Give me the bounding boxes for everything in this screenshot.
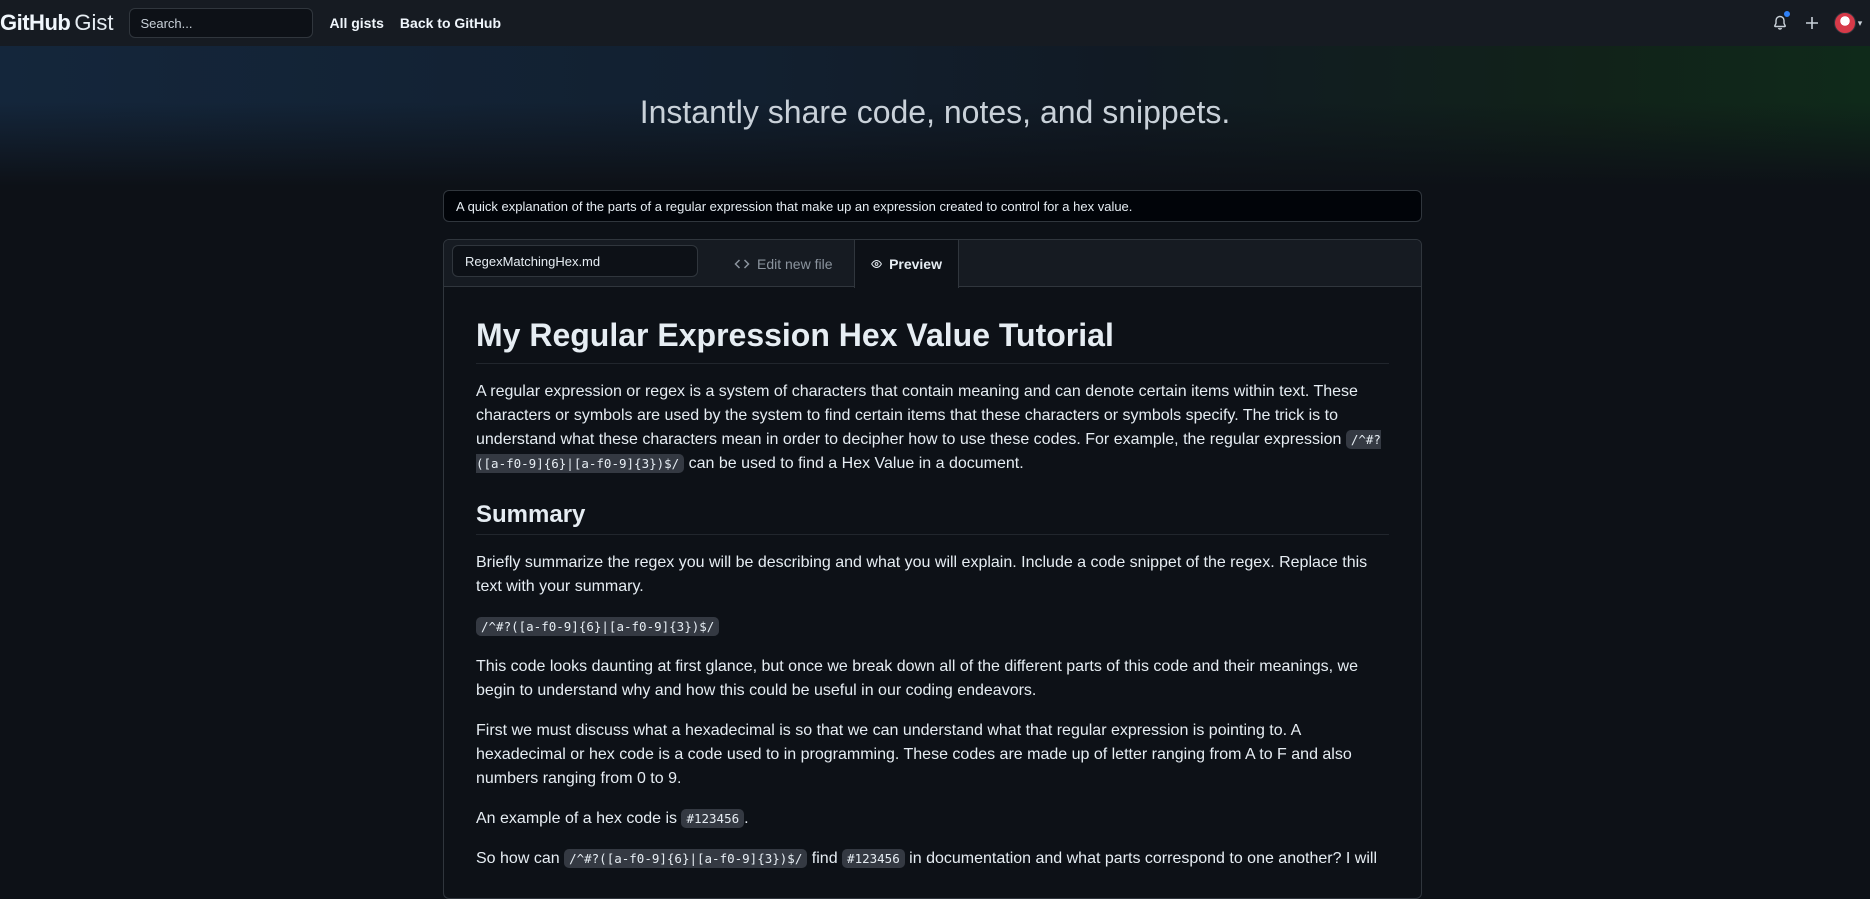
gist-description-input[interactable] — [443, 190, 1422, 222]
markdown-paragraph: This code looks daunting at first glance… — [476, 658, 1358, 699]
paragraph-text: An example of a hex code is — [476, 810, 682, 827]
tab-edit-new-file[interactable]: Edit new file — [718, 240, 848, 287]
paragraph-text: in documentation and what parts correspo… — [904, 850, 1378, 867]
paragraph-text: . — [744, 810, 749, 827]
markdown-paragraph: Briefly summarize the regex you will be … — [476, 554, 1368, 595]
file-editor-header: Edit new file Preview — [444, 240, 1421, 288]
markdown-paragraph: An example of a hex code is #123456. — [476, 807, 1389, 831]
paragraph-text: A regular expression or regex is a syste… — [476, 383, 1358, 448]
tab-preview[interactable]: Preview — [854, 240, 959, 288]
markdown-heading-1: My Regular Expression Hex Value Tutorial — [476, 313, 1389, 364]
eye-icon — [871, 260, 882, 268]
tab-edit-label: Edit new file — [757, 255, 833, 272]
back-to-github-link[interactable]: Back to GitHub — [400, 15, 501, 31]
file-editor: Edit new file Preview My Regular Express… — [443, 239, 1422, 899]
code-icon — [734, 258, 750, 269]
hero-title: Instantly share code, notes, and snippet… — [639, 94, 1231, 130]
paragraph-text: find — [807, 850, 843, 867]
logo-github-text: GitHub — [0, 10, 71, 35]
markdown-preview: My Regular Expression Hex Value Tutorial… — [444, 287, 1421, 871]
paragraph-text: So how can — [476, 850, 565, 867]
chevron-down-icon: ▾ — [1857, 17, 1863, 28]
search-input[interactable] — [129, 8, 314, 38]
new-gist-button[interactable] — [1796, 7, 1828, 39]
markdown-heading-2: Summary — [476, 498, 1389, 535]
user-menu-button[interactable]: ▾ — [1828, 7, 1870, 39]
tab-preview-label: Preview — [889, 256, 942, 272]
plus-icon — [1806, 17, 1818, 29]
inline-code: /^#?([a-f0-9]{6}|[a-f0-9]{3})$/ — [564, 849, 808, 868]
markdown-paragraph: A regular expression or regex is a syste… — [476, 380, 1389, 476]
inline-code: #123456 — [842, 849, 905, 868]
all-gists-link[interactable]: All gists — [329, 15, 383, 31]
markdown-paragraph: /^#?([a-f0-9]{6}|[a-f0-9]{3})$/ — [476, 615, 1389, 639]
header-actions: ▾ — [1764, 0, 1870, 46]
inline-code: /^#?([a-f0-9]{6}|[a-f0-9]{3})$/ — [476, 617, 720, 636]
github-gist-logo[interactable]: GitHub Gist — [0, 10, 113, 36]
notification-indicator — [1783, 10, 1791, 18]
markdown-paragraph: First we must discuss what a hexadecimal… — [476, 722, 1352, 787]
markdown-paragraph: So how can /^#?([a-f0-9]{6}|[a-f0-9]{3})… — [476, 847, 1389, 871]
notifications-button[interactable] — [1764, 7, 1796, 39]
filename-input[interactable] — [452, 245, 698, 277]
inline-code: #123456 — [681, 809, 745, 828]
logo-gist-text: Gist — [74, 10, 114, 35]
avatar — [1833, 12, 1856, 34]
top-navigation-bar: GitHub Gist All gists Back to GitHub ▾ — [0, 0, 1870, 46]
paragraph-text: can be used to find a Hex Value in a doc… — [684, 455, 1024, 472]
hero-banner: Instantly share code, notes, and snippet… — [0, 46, 1870, 186]
